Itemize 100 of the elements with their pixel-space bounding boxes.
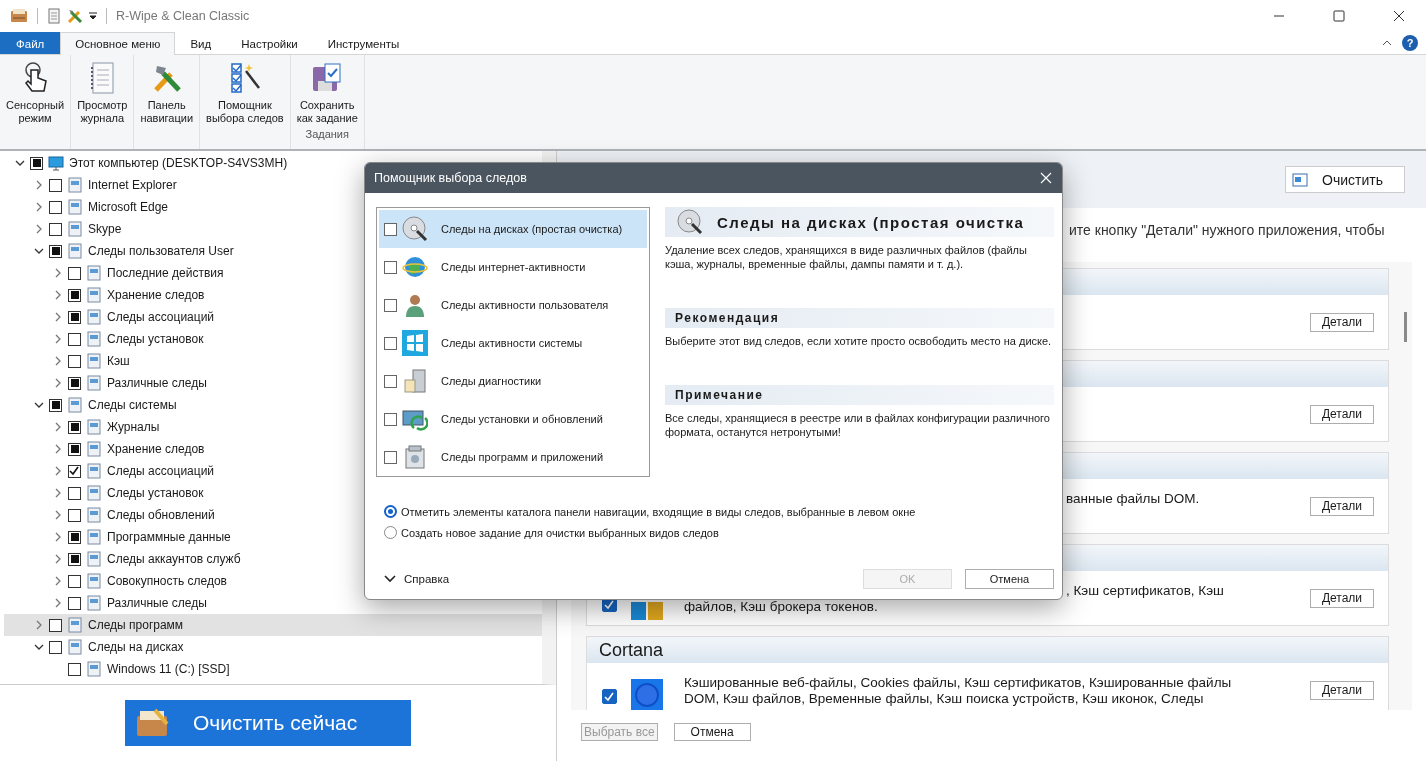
expand-chevron-icon[interactable] bbox=[34, 202, 44, 212]
help-expander[interactable]: Справка bbox=[376, 572, 456, 586]
tree-item-label[interactable]: Следы пользователя User bbox=[88, 244, 234, 258]
tree-item-label[interactable]: Следы аккаунтов служб bbox=[107, 552, 241, 566]
expand-chevron-icon[interactable] bbox=[53, 488, 63, 498]
checkbox[interactable] bbox=[68, 530, 81, 544]
collapse-chevron-icon[interactable] bbox=[34, 400, 44, 410]
dropdown-caret-icon[interactable] bbox=[89, 12, 97, 20]
checkbox[interactable] bbox=[68, 288, 81, 302]
expand-chevron-icon[interactable] bbox=[53, 312, 63, 322]
radio-button[interactable] bbox=[384, 505, 397, 518]
trace-type-item[interactable]: Следы активности пользователя bbox=[379, 286, 647, 324]
checkbox[interactable] bbox=[384, 450, 397, 464]
ribbon-tab[interactable]: Вид bbox=[175, 32, 227, 54]
expand-chevron-icon[interactable] bbox=[53, 466, 63, 476]
tree-item-label[interactable]: Кэш bbox=[107, 354, 130, 368]
cancel-button[interactable]: Отмена bbox=[673, 722, 751, 741]
tree-item-label[interactable]: Хранение следов bbox=[107, 288, 205, 302]
option-label[interactable]: Отметить элементы каталога панели навигации, входящие в виды следов, выбранные в левом окне bbox=[401, 505, 916, 518]
trace-type-item[interactable]: Следы установки и обновлений bbox=[379, 400, 647, 438]
checkbox[interactable] bbox=[49, 200, 62, 214]
app-logo-icon[interactable] bbox=[10, 8, 28, 24]
help-icon[interactable]: ? bbox=[1402, 35, 1418, 51]
expand-chevron-icon[interactable] bbox=[34, 620, 44, 630]
checkbox[interactable] bbox=[49, 640, 62, 654]
checkbox[interactable] bbox=[384, 412, 397, 426]
expand-chevron-icon[interactable] bbox=[53, 378, 63, 388]
ribbon-tab[interactable]: Инструменты bbox=[312, 32, 415, 54]
tree-item-label[interactable]: Следы на дисках bbox=[88, 640, 184, 654]
checkbox[interactable] bbox=[68, 486, 81, 500]
checkbox[interactable] bbox=[30, 156, 43, 170]
cancel-button[interactable]: Отмена bbox=[965, 569, 1054, 589]
expand-chevron-icon[interactable] bbox=[53, 268, 63, 278]
tree-item-label[interactable]: Skype bbox=[88, 222, 122, 236]
option-label[interactable]: Создать новое задание для очистки выбранных видов следов bbox=[401, 526, 719, 539]
tree-item-label[interactable]: Журналы bbox=[107, 420, 160, 434]
collapse-chevron-icon[interactable] bbox=[15, 158, 25, 168]
trace-type-item[interactable]: Следы диагностики bbox=[379, 362, 647, 400]
checkbox[interactable] bbox=[49, 398, 62, 412]
checkbox[interactable] bbox=[384, 260, 397, 274]
ribbon-button[interactable]: Просмотр журнала bbox=[73, 59, 132, 127]
tree-row-highlight[interactable]: Следы программ bbox=[4, 614, 542, 636]
details-button[interactable]: Детали bbox=[1310, 496, 1374, 516]
details-button[interactable]: Детали bbox=[1310, 404, 1374, 424]
expand-chevron-icon[interactable] bbox=[53, 334, 63, 344]
trace-type-item[interactable]: Следы программ и приложений bbox=[379, 438, 647, 476]
checkbox[interactable] bbox=[68, 420, 81, 434]
file-menu-tab[interactable]: Файл bbox=[0, 32, 61, 54]
tree-item-label[interactable]: Хранение следов bbox=[107, 442, 205, 456]
checkbox[interactable] bbox=[49, 244, 62, 258]
tree-item-label[interactable]: Следы системы bbox=[88, 398, 177, 412]
checkbox[interactable] bbox=[384, 298, 397, 312]
tree-item-label[interactable]: Различные следы bbox=[107, 596, 207, 610]
trace-type-item[interactable]: Следы интернет-активности bbox=[379, 248, 647, 286]
checkbox[interactable] bbox=[68, 574, 81, 588]
expand-chevron-icon[interactable] bbox=[53, 444, 63, 454]
checkbox[interactable] bbox=[68, 310, 81, 324]
checkbox[interactable] bbox=[68, 464, 81, 478]
checkbox[interactable] bbox=[601, 689, 617, 704]
clean-now-button[interactable]: Очистить сейчас bbox=[125, 700, 411, 746]
expand-chevron-icon[interactable] bbox=[53, 356, 63, 366]
ribbon-button[interactable]: Панель навигации bbox=[136, 59, 198, 127]
tree-item-label[interactable]: Различные следы bbox=[107, 376, 207, 390]
tree-item-label[interactable]: Следы программ bbox=[88, 618, 184, 632]
tree-item-label[interactable]: Последние действия bbox=[107, 266, 224, 280]
expand-chevron-icon[interactable] bbox=[53, 598, 63, 608]
checkbox[interactable] bbox=[49, 222, 62, 236]
tree-item-label[interactable]: Internet Explorer bbox=[88, 178, 177, 192]
checkbox[interactable] bbox=[68, 354, 81, 368]
ribbon-button[interactable]: Сенсорный режим bbox=[2, 59, 69, 127]
clean-button[interactable]: Очистить bbox=[1285, 166, 1405, 193]
checkbox[interactable] bbox=[68, 266, 81, 280]
ribbon-button[interactable]: Помощник выбора следов bbox=[202, 59, 288, 127]
checkbox[interactable] bbox=[68, 376, 81, 390]
checkbox[interactable] bbox=[68, 552, 81, 566]
checkbox[interactable] bbox=[49, 178, 62, 192]
expand-chevron-icon[interactable] bbox=[53, 422, 63, 432]
tree-item-label[interactable]: Следы обновлений bbox=[107, 508, 215, 522]
checkbox[interactable] bbox=[384, 374, 397, 388]
tree-item-label[interactable]: Microsoft Edge bbox=[88, 200, 169, 214]
maximize-icon[interactable] bbox=[1333, 10, 1345, 22]
tree-item-label[interactable]: Следы ассоциаций bbox=[107, 310, 215, 324]
checkbox[interactable] bbox=[68, 442, 81, 456]
collapse-ribbon-icon[interactable] bbox=[1382, 40, 1392, 46]
tree-item-label[interactable]: Программные данные bbox=[107, 530, 231, 544]
tree-item-label[interactable]: Следы установок bbox=[107, 332, 204, 346]
tools-icon[interactable] bbox=[67, 8, 83, 24]
expand-chevron-icon[interactable] bbox=[34, 224, 44, 234]
checkbox[interactable] bbox=[68, 596, 81, 610]
expand-chevron-icon[interactable] bbox=[53, 290, 63, 300]
checkbox[interactable] bbox=[384, 222, 397, 236]
checkbox[interactable] bbox=[68, 662, 81, 676]
tree-item-label[interactable]: Этот компьютер (DESKTOP-S4VS3MH) bbox=[69, 156, 288, 170]
expand-chevron-icon[interactable] bbox=[53, 576, 63, 586]
tree-item-label[interactable]: Совокупность следов bbox=[107, 574, 227, 588]
collapse-chevron-icon[interactable] bbox=[34, 642, 44, 652]
ribbon-tab[interactable]: Основное меню bbox=[60, 32, 176, 55]
checkbox[interactable] bbox=[49, 618, 62, 632]
details-button[interactable]: Детали bbox=[1310, 680, 1374, 700]
ribbon-tab[interactable]: Настройки bbox=[226, 32, 313, 54]
